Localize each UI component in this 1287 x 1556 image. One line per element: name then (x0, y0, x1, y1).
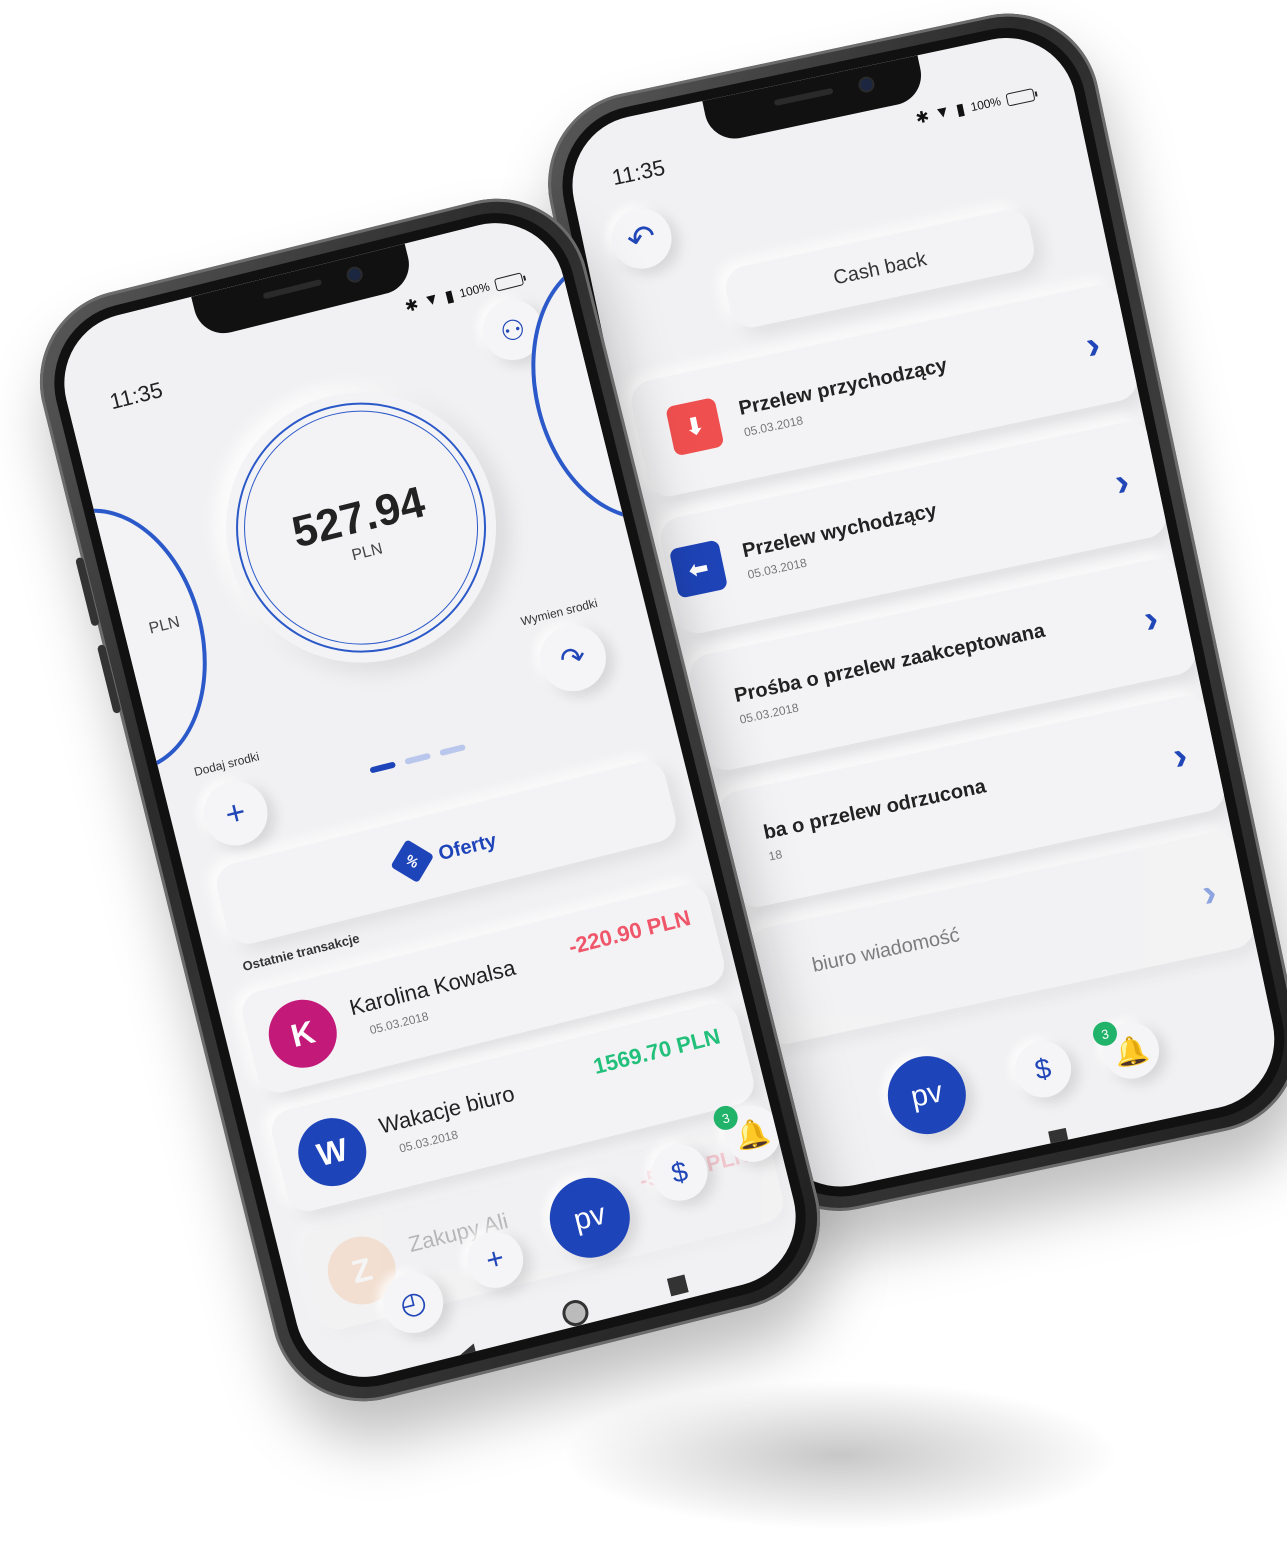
exchange-arrow-icon: ↷ (556, 639, 590, 678)
speaker (773, 87, 834, 107)
signal-icon: ▮ (443, 287, 457, 307)
pager-dot[interactable] (439, 743, 466, 757)
payments-button[interactable]: $ (1009, 1036, 1077, 1103)
row-title: ba o przelew odrzucona (761, 775, 988, 845)
wifi-icon: ▼ (421, 290, 442, 311)
battery-percent: 100% (458, 279, 492, 301)
transaction-amount: -220.90 PLN (565, 904, 694, 960)
status-icons: ✱ ▼ ▮ 100% (914, 84, 1036, 129)
nav-recent-icon[interactable] (666, 1274, 689, 1297)
back-button[interactable]: ↶ (605, 203, 678, 275)
wifi-icon: ▼ (933, 102, 953, 123)
volume-button (75, 556, 100, 627)
transaction-name: Karolina Kowalsa (346, 954, 518, 1021)
status-time: 11:35 (107, 376, 166, 415)
volume-button (96, 644, 122, 714)
pv-home-button[interactable]: pv (880, 1048, 974, 1142)
row-date: 18 (767, 847, 784, 864)
camera (859, 77, 874, 92)
chevron-right-icon[interactable]: › (1198, 870, 1220, 917)
pv-logo-icon: pv (570, 1197, 610, 1238)
floor-shadow (560, 1380, 1120, 1530)
speaker (262, 278, 323, 300)
outgoing-transfer-icon: ⬅ (668, 539, 729, 599)
chevron-right-icon[interactable]: › (1082, 322, 1104, 369)
wallet-currency: PLN (147, 613, 182, 638)
clock-icon: ◴ (396, 1283, 430, 1323)
camera (347, 267, 362, 282)
bluetooth-icon: ✱ (914, 108, 931, 128)
row-title: Prośba o przelew zaakceptowana (732, 619, 1047, 708)
plus-icon: + (221, 792, 250, 834)
incoming-transfer-icon: ⬇ (665, 397, 725, 457)
status-time: 11:35 (609, 154, 668, 191)
pager-dot-active[interactable] (369, 761, 397, 774)
dollar-icon: $ (1032, 1052, 1054, 1086)
pager-dot[interactable] (404, 752, 431, 765)
chevron-right-icon[interactable]: › (1169, 733, 1191, 780)
user-icon: ⚇ (496, 311, 529, 349)
battery-icon (1005, 87, 1036, 107)
exchange-label: Wymien srodki (519, 595, 599, 629)
back-arrow-icon: ↶ (623, 217, 660, 261)
avatar: W (291, 1110, 374, 1194)
bluetooth-icon: ✱ (403, 296, 421, 317)
battery-percent: 100% (969, 94, 1003, 115)
plus-icon: + (482, 1241, 508, 1278)
add-funds-label: Dodaj srodki (192, 749, 261, 779)
chevron-right-icon[interactable]: › (1140, 596, 1162, 643)
balance-card[interactable]: 527.94 PLN (197, 363, 525, 692)
add-funds-button[interactable]: + (196, 774, 275, 853)
row-title: biuro wiadomość (810, 924, 962, 977)
dollar-icon: $ (668, 1155, 691, 1190)
wallet-card-prev[interactable]: PLN (49, 487, 234, 794)
pv-logo-icon: pv (907, 1075, 946, 1115)
battery-icon (493, 271, 525, 292)
notifications-button[interactable]: 🔔 3 (1090, 1017, 1165, 1084)
exchange-button[interactable]: ↷ (532, 618, 613, 699)
offers-label: Oferty (436, 829, 499, 865)
signal-icon: ▮ (954, 100, 967, 120)
chevron-right-icon[interactable]: › (1111, 459, 1133, 506)
row-title: Przelew przychodzący (736, 354, 950, 420)
discount-tag-icon: % (389, 839, 434, 884)
avatar: K (261, 992, 344, 1075)
row-title: Przelew wychodzący (740, 499, 939, 563)
transaction-amount: 1569.70 PLN (590, 1023, 723, 1079)
wallet-pager (369, 743, 466, 774)
